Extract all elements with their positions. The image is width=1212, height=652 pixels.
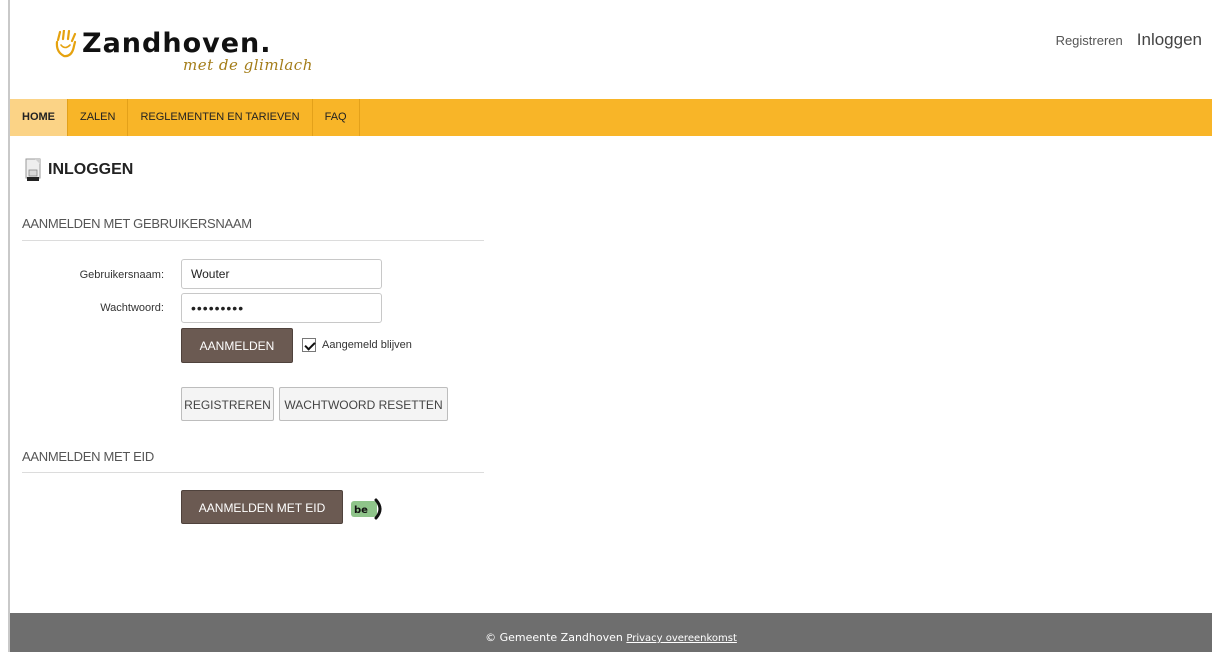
site-logo[interactable]: Zandhoven. met de glimlach xyxy=(54,26,314,86)
page-title-text: INLOGGEN xyxy=(48,161,134,178)
password-input[interactable] xyxy=(181,293,382,323)
password-label: Wachtwoord: xyxy=(100,302,164,314)
logo-tagline: met de glimlach xyxy=(183,56,313,74)
section-title-eid: AANMELDEN MET EID xyxy=(22,449,154,464)
reset-password-button[interactable]: WACHTWOORD RESETTEN xyxy=(279,387,448,421)
register-link[interactable]: Registreren xyxy=(1056,33,1123,48)
username-label: Gebruikersnaam: xyxy=(79,269,164,281)
privacy-link[interactable]: Privacy overeenkomst xyxy=(626,633,737,644)
register-button[interactable]: REGISTREREN xyxy=(181,387,274,421)
remember-checkbox[interactable] xyxy=(302,338,316,352)
beid-logo-text: be xyxy=(354,505,368,516)
divider xyxy=(22,240,484,241)
login-link[interactable]: Inloggen xyxy=(1137,30,1202,50)
nav-item-faq[interactable]: FAQ xyxy=(313,99,360,136)
divider xyxy=(22,472,484,473)
nav-item-reglementen[interactable]: REGLEMENTEN EN TARIEVEN xyxy=(128,99,313,136)
eid-login-button[interactable]: AANMELDEN MET EID xyxy=(181,490,343,524)
login-button[interactable]: AANMELDEN xyxy=(181,328,293,363)
account-links: Registreren Inloggen xyxy=(1056,30,1202,50)
username-input[interactable] xyxy=(181,259,382,289)
remember-me[interactable]: Aangemeld blijven xyxy=(302,338,412,352)
page-title: INLOGGEN xyxy=(24,158,133,182)
site-header: Zandhoven. met de glimlach Registreren I… xyxy=(10,0,1212,99)
page-frame: Zandhoven. met de glimlach Registreren I… xyxy=(8,0,1212,652)
nav-item-home[interactable]: HOME xyxy=(10,99,68,136)
section-title-username: AANMELDEN MET GEBRUIKERSNAAM xyxy=(22,216,252,231)
site-footer: © Gemeente Zandhoven Privacy overeenkoms… xyxy=(10,613,1212,652)
remember-label: Aangemeld blijven xyxy=(322,339,412,351)
logo-wordmark: Zandhoven. xyxy=(82,28,272,59)
nav-item-zalen[interactable]: ZALEN xyxy=(68,99,129,136)
footer-copyright: © Gemeente Zandhoven xyxy=(485,631,623,644)
hand-logo-icon xyxy=(55,30,77,58)
main-nav: HOME ZALEN REGLEMENTEN EN TARIEVEN FAQ xyxy=(10,99,1212,136)
login-door-icon xyxy=(25,158,41,181)
beid-logo-icon: be xyxy=(351,498,382,520)
